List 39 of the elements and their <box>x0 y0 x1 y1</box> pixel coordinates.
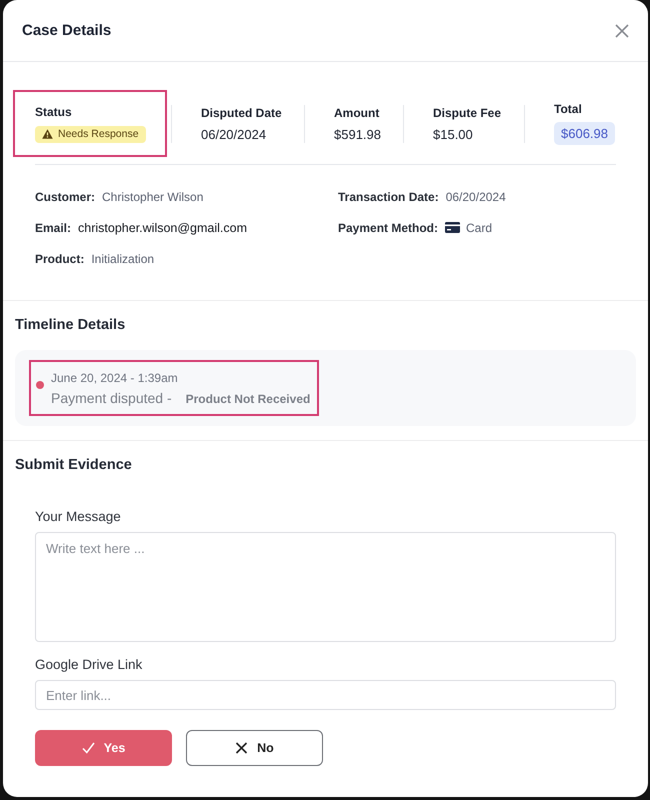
summary-label: Status <box>35 104 72 118</box>
event-time: June 20, 2024 - 1:39am <box>51 370 178 386</box>
summary-label: Total <box>554 102 582 116</box>
summary-label: Dispute Fee <box>433 106 502 120</box>
detail-label: Transaction Date: <box>338 190 439 204</box>
detail-value: 06/20/2024 <box>446 190 506 204</box>
summary-value: $15.00 <box>433 126 473 142</box>
total-amount: $606.98 <box>554 122 615 145</box>
warning-icon <box>42 129 53 139</box>
dialog-title: Case Details <box>22 22 112 39</box>
message-field[interactable]: Write text here ... <box>35 532 616 642</box>
close-button[interactable] <box>615 24 629 38</box>
yes-button[interactable]: Yes <box>35 730 172 766</box>
close-icon <box>615 24 629 38</box>
event-reason: Product Not Received <box>186 392 310 406</box>
status-text: Needs Response <box>58 128 139 140</box>
event-title: Payment disputed - <box>51 389 172 408</box>
section-title: Submit Evidence <box>15 456 132 474</box>
cross-icon <box>235 742 248 754</box>
detail-value: Card <box>466 220 492 234</box>
field-label: Google Drive Link <box>35 657 142 673</box>
detail-label: Customer: <box>35 190 96 204</box>
email-value: christopher.wilson@gmail.com <box>78 220 248 234</box>
timeline-dot-icon <box>36 381 44 389</box>
summary-value: 06/20/2024 <box>201 126 266 142</box>
summary-label: Amount <box>334 106 380 120</box>
link-field[interactable]: Enter link... <box>35 680 616 710</box>
field-label: Your Message <box>35 509 121 525</box>
summary-label: Disputed Date <box>201 106 282 120</box>
section-title: Timeline Details <box>15 316 126 334</box>
detail-label: Email: <box>35 220 72 234</box>
summary-value: $591.98 <box>334 126 381 142</box>
no-button[interactable]: No <box>186 730 323 766</box>
detail-value: Initialization <box>91 252 154 266</box>
check-icon <box>82 742 95 754</box>
detail-label: Payment Method: <box>338 220 438 234</box>
credit-card-icon <box>445 222 460 233</box>
detail-value: Christopher Wilson <box>102 190 204 204</box>
detail-label: Product: <box>35 252 84 266</box>
